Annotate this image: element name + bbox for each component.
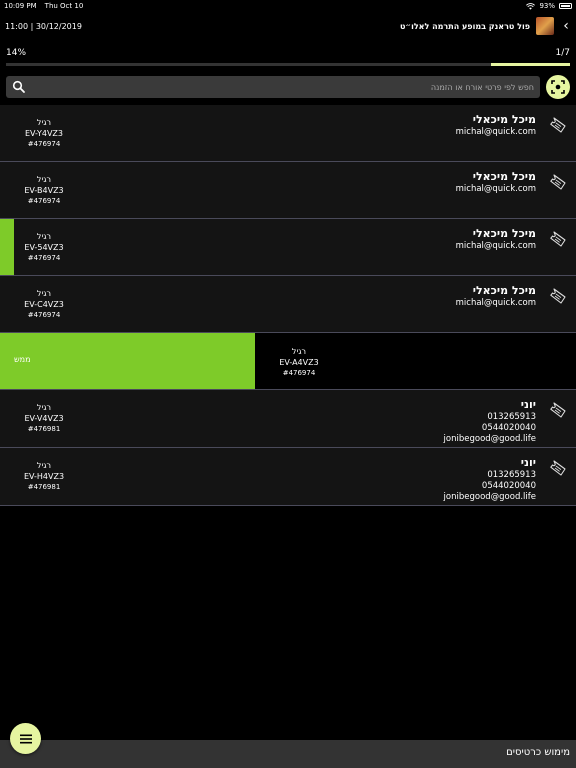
ticket-info: רגיל EV-54VZ3 #476974 xyxy=(0,231,88,264)
wifi-icon xyxy=(526,2,536,10)
ticket-info: רגיל EV-V4VZ3 #476981 xyxy=(0,402,88,435)
ticket-row-selected[interactable]: רגיל EV-54VZ3 #476974 מיכל מיכאלי michal… xyxy=(0,219,576,276)
guest-email: michal@quick.com xyxy=(455,241,536,251)
search-icon[interactable] xyxy=(12,80,26,94)
event-thumbnail xyxy=(536,17,554,35)
ticket-type: רגיל xyxy=(36,289,52,298)
order-number: #476981 xyxy=(27,425,61,433)
order-number: #476974 xyxy=(27,311,61,319)
status-day: Thu Oct 10 xyxy=(44,2,84,10)
menu-button[interactable] xyxy=(10,723,41,754)
ticket-code: EV-V4VZ3 xyxy=(24,414,64,423)
guest-details: יוני 013265913 0544020040 jonibegood@goo… xyxy=(444,456,536,503)
ticket-row-swiped[interactable]: ממש רגיל EV-A4VZ3 #476974 xyxy=(0,333,576,390)
ticket-list: רגיל EV-Y4VZ3 #476974 מיכל מיכאלי michal… xyxy=(0,105,576,506)
guest-email: jonibegood@good.life xyxy=(443,434,536,444)
guest-details: יוני 013265913 0544020040 jonibegood@goo… xyxy=(444,398,536,445)
redeem-action-label: ממש xyxy=(14,355,31,364)
ticket-type: רגיל xyxy=(36,232,52,241)
redeem-action-button[interactable]: ממש xyxy=(0,333,255,389)
ticket-info: רגיל EV-C4VZ3 #476974 xyxy=(0,288,88,321)
ticket-code: EV-C4VZ3 xyxy=(24,300,64,309)
guest-name: מיכל מיכאלי xyxy=(472,113,536,126)
guest-email: michal@quick.com xyxy=(455,184,536,194)
guest-name: מיכל מיכאלי xyxy=(472,170,536,183)
event-title: פול טראנק במופע התרמה לאלו״ט xyxy=(399,21,530,31)
ticket-icon xyxy=(550,231,566,247)
status-bar: 10:09 PM Thu Oct 10 93% xyxy=(0,0,576,12)
ticket-type: רגיל xyxy=(36,118,52,127)
ticket-icon xyxy=(550,460,566,476)
ticket-type: רגיל xyxy=(291,347,307,356)
progress-count: 1/7 xyxy=(555,48,570,58)
menu-icon xyxy=(19,734,32,743)
progress-track xyxy=(6,63,570,66)
ticket-code: EV-54VZ3 xyxy=(24,243,64,252)
guest-email: michal@quick.com xyxy=(455,298,536,308)
guest-details: מיכל מיכאלי michal@quick.com xyxy=(456,113,536,138)
order-number: #476974 xyxy=(27,140,61,148)
scan-icon xyxy=(551,80,565,94)
ticket-code: EV-A4VZ3 xyxy=(279,358,319,367)
battery-percent: 93% xyxy=(539,2,555,10)
ticket-row[interactable]: רגיל EV-V4VZ3 #476981 יוני 013265913 054… xyxy=(0,390,576,448)
guest-name: יוני xyxy=(520,398,536,411)
ticket-info: רגיל EV-B4VZ3 #476974 xyxy=(0,174,88,207)
guest-details: מיכל מיכאלי michal@quick.com xyxy=(456,170,536,195)
ticket-row[interactable]: רגיל EV-H4VZ3 #476981 יוני 013265913 054… xyxy=(0,448,576,506)
ticket-info: רגיל EV-Y4VZ3 #476974 xyxy=(0,117,88,150)
ticket-code: EV-H4VZ3 xyxy=(23,472,65,481)
bottom-bar: מימוש כרטיסים xyxy=(0,740,576,768)
order-number: #476974 xyxy=(27,254,61,262)
guest-details: מיכל מיכאלי michal@quick.com xyxy=(456,284,536,309)
guest-name: מיכל מיכאלי xyxy=(472,284,536,297)
ticket-type: רגיל xyxy=(36,461,52,470)
guest-id: 013265913 xyxy=(487,470,536,480)
guest-details: מיכל מיכאלי michal@quick.com xyxy=(456,227,536,252)
ticket-row[interactable]: רגיל EV-C4VZ3 #476974 מיכל מיכאלי michal… xyxy=(0,276,576,333)
ticket-info: רגיל EV-A4VZ3 #476974 xyxy=(255,346,343,379)
ticket-code: EV-Y4VZ3 xyxy=(24,129,63,138)
guest-name: מיכל מיכאלי xyxy=(472,227,536,240)
ticket-type: רגיל xyxy=(36,403,52,412)
battery-icon xyxy=(559,3,572,9)
status-time: 10:09 PM xyxy=(4,2,37,10)
guest-name: יוני xyxy=(520,456,536,469)
ticket-icon xyxy=(550,117,566,133)
ticket-code: EV-B4VZ3 xyxy=(24,186,64,195)
guest-email: michal@quick.com xyxy=(455,127,536,137)
ticket-icon xyxy=(550,288,566,304)
guest-phone: 0544020040 xyxy=(481,481,536,491)
event-date-time: 11:00 | 30/12/2019 xyxy=(5,22,82,31)
ticket-type: רגיל xyxy=(36,175,52,184)
progress-fill xyxy=(491,63,570,66)
bottom-bar-title: מימוש כרטיסים xyxy=(506,747,570,758)
back-chevron-icon[interactable]: › xyxy=(560,18,572,34)
ticket-icon xyxy=(550,174,566,190)
scan-button[interactable] xyxy=(546,75,570,99)
search-bar xyxy=(6,76,540,98)
order-number: #476981 xyxy=(27,483,61,491)
ticket-icon xyxy=(550,402,566,418)
guest-id: 013265913 xyxy=(487,412,536,422)
ticket-row[interactable]: רגיל EV-B4VZ3 #476974 מיכל מיכאלי michal… xyxy=(0,162,576,219)
order-number: #476974 xyxy=(27,197,61,205)
ticket-row[interactable]: רגיל EV-Y4VZ3 #476974 מיכל מיכאלי michal… xyxy=(0,105,576,162)
order-number: #476974 xyxy=(282,369,316,377)
event-header: 11:00 | 30/12/2019 › פול טראנק במופע התר… xyxy=(0,14,576,42)
check-in-progress: 14% 1/7 xyxy=(0,46,576,68)
progress-percent: 14% xyxy=(6,48,27,58)
guest-email: jonibegood@good.life xyxy=(443,492,536,502)
guest-phone: 0544020040 xyxy=(481,423,536,433)
search-input[interactable] xyxy=(30,79,534,95)
ticket-info: רגיל EV-H4VZ3 #476981 xyxy=(0,460,88,493)
